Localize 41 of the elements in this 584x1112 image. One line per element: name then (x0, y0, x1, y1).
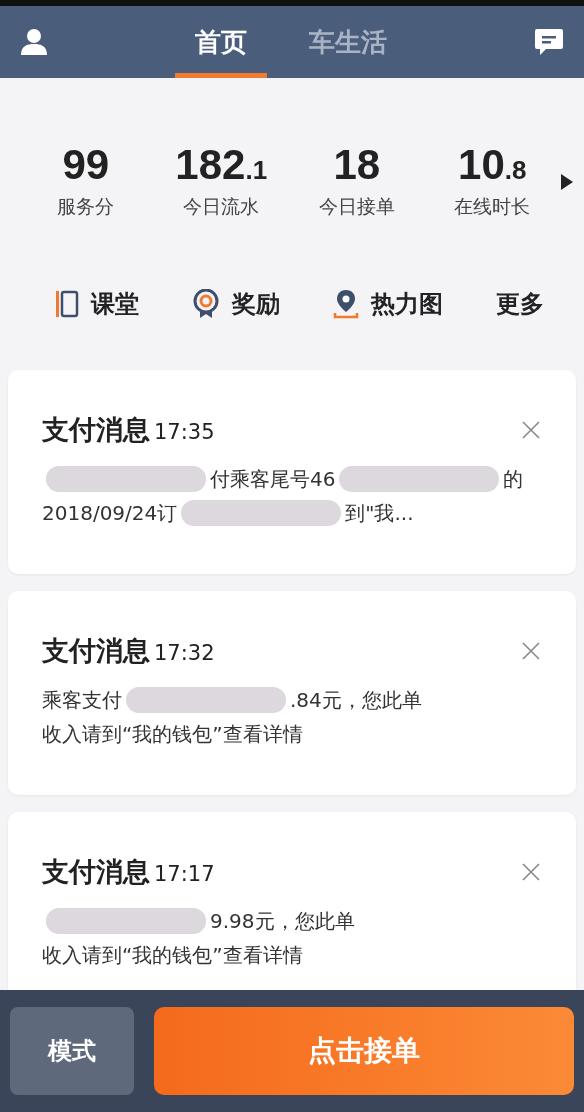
play-arrow-icon[interactable] (560, 173, 574, 191)
shortcut-link[interactable]: 奖励 (231, 288, 280, 320)
message-text: 收入请到“我的钱包”查看详情 (42, 720, 303, 748)
message-time: 17:32 (154, 641, 215, 665)
stat-label: 今日流水 (183, 194, 260, 219)
stat-label: 服务分 (57, 194, 115, 219)
map-pin-icon (332, 289, 359, 319)
message-title: 支付消息 (42, 856, 150, 887)
message-card[interactable]: 支付消息 17:32 乘客支付 .84元，您此单 收入请到“我的钱包”查看详情 (8, 591, 576, 795)
message-card[interactable]: 支付消息 17:35 付乘客尾号46 的 2018/09/24订 到"我... (8, 370, 576, 574)
stat-label: 在线时长 (454, 194, 531, 219)
shortcut-link[interactable]: 课堂 (90, 288, 139, 320)
message-text: 2018/09/24订 (42, 499, 178, 527)
shortcut-link[interactable]: 热力图 (370, 288, 443, 320)
stat-value: 99 (62, 144, 110, 186)
close-icon[interactable] (522, 421, 540, 439)
close-icon[interactable] (522, 863, 540, 881)
stat-value: 10.8 (458, 144, 527, 186)
medal-icon (191, 289, 220, 319)
message-time: 17:35 (154, 420, 215, 444)
stat-value: 18 (333, 144, 381, 186)
message-title: 支付消息 (42, 635, 150, 666)
message-time: 17:17 (154, 862, 215, 886)
message-card[interactable]: 支付消息 17:17 9.98元，您此单 收入请到“我的钱包”查看详情 (8, 812, 576, 990)
mode-button[interactable]: 模式 (10, 1007, 134, 1095)
close-icon[interactable] (522, 642, 540, 660)
message-text: 的 (503, 465, 524, 493)
message-icon[interactable] (534, 28, 564, 56)
message-text: 9.98元，您此单 (210, 907, 355, 935)
book-icon (54, 290, 79, 318)
message-text: 到"我... (345, 499, 414, 527)
message-title: 支付消息 (42, 414, 150, 445)
message-text: .84元，您此单 (290, 686, 422, 714)
message-text: 乘客支付 (42, 686, 122, 714)
message-text: 收入请到“我的钱包”查看详情 (42, 941, 303, 969)
shortcut-link[interactable]: 更多 (495, 288, 544, 320)
nav-tab[interactable]: 首页 (175, 6, 267, 78)
user-icon[interactable] (20, 28, 48, 56)
stat-value: 182.1 (175, 144, 268, 186)
message-text: 付乘客尾号46 (210, 465, 336, 493)
stat-label: 今日接单 (318, 194, 395, 219)
